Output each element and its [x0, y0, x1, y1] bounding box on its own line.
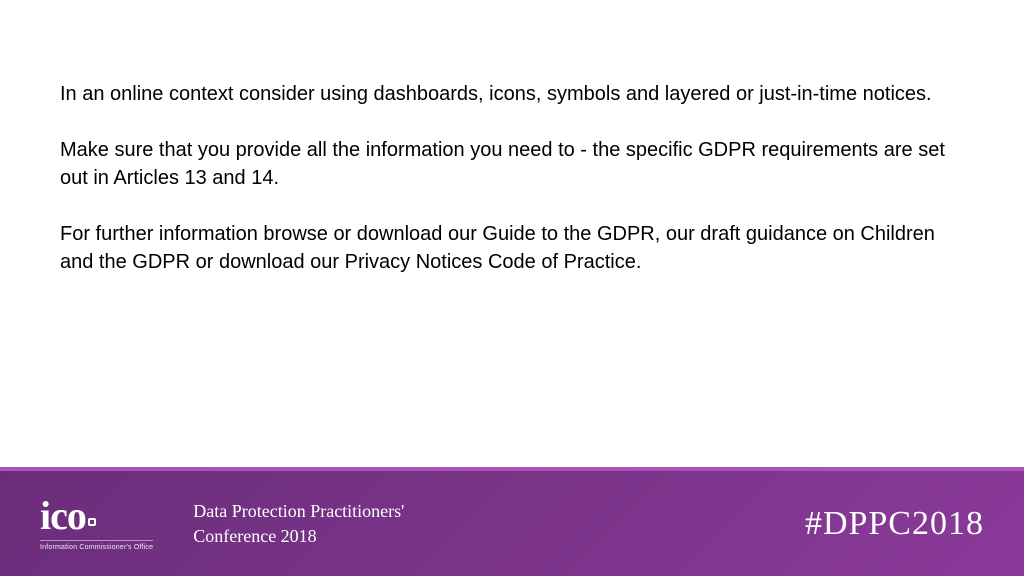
paragraph-3: For further information browse or downlo…	[60, 220, 964, 276]
logo-text: ico	[40, 496, 96, 536]
logo-subtext: Information Commissioner's Office	[40, 544, 153, 551]
logo-letters: ico	[40, 493, 86, 538]
logo-underline	[40, 540, 153, 541]
paragraph-1: In an online context consider using dash…	[60, 80, 964, 108]
slide-body: In an online context consider using dash…	[0, 0, 1024, 276]
conference-title: Data Protection Practitioners' Conferenc…	[193, 499, 805, 548]
footer-accent-bar	[0, 467, 1024, 471]
paragraph-2: Make sure that you provide all the infor…	[60, 136, 964, 192]
conference-line-1: Data Protection Practitioners'	[193, 501, 404, 521]
slide-footer: ico Information Commissioner's Office Da…	[0, 471, 1024, 576]
ico-logo: ico Information Commissioner's Office	[40, 496, 153, 551]
event-hashtag: #DPPC2018	[805, 505, 984, 543]
conference-line-2: Conference 2018	[193, 526, 316, 546]
logo-dot-icon	[88, 518, 96, 526]
